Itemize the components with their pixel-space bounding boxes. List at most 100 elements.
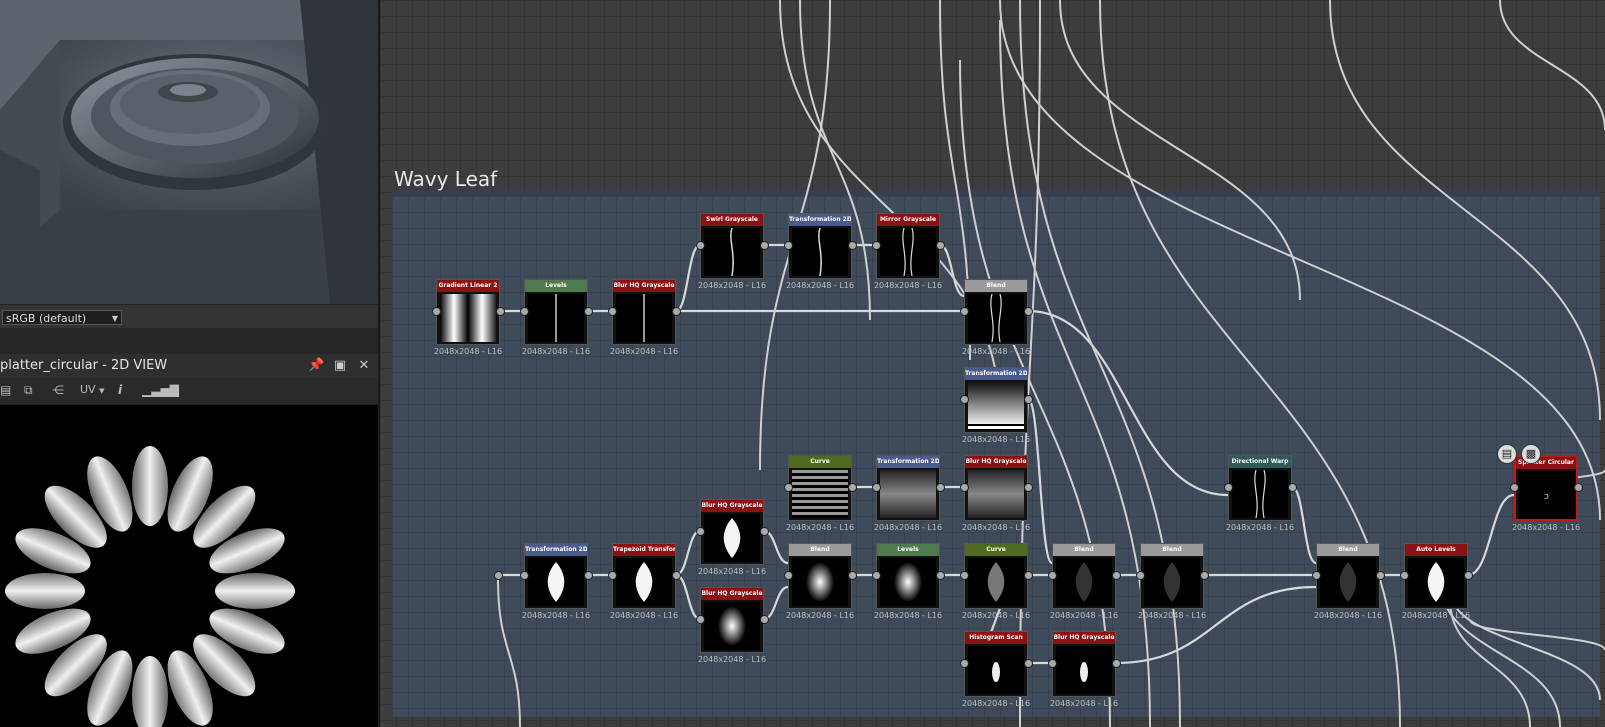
node-thumbnail: [1056, 558, 1112, 606]
graph-node[interactable]: Blur HQ Grayscale: [612, 279, 676, 345]
output-port[interactable]: [760, 615, 769, 624]
output-port[interactable]: [496, 307, 505, 316]
input-port[interactable]: [784, 571, 793, 580]
input-port[interactable]: [432, 307, 441, 316]
output-port[interactable]: [1024, 395, 1033, 404]
output-port[interactable]: [584, 571, 593, 580]
dot-node[interactable]: [494, 571, 503, 580]
output-port[interactable]: [1024, 483, 1033, 492]
output-port[interactable]: [672, 307, 681, 316]
node-thumbnail: [968, 558, 1024, 606]
output-port[interactable]: [672, 571, 681, 580]
graph-node[interactable]: Transformation 2D: [876, 455, 940, 521]
close-icon[interactable]: ✕: [356, 358, 372, 373]
input-port[interactable]: [696, 527, 705, 536]
output-port[interactable]: [1112, 659, 1121, 668]
output-port[interactable]: [1288, 483, 1297, 492]
share-icon[interactable]: ⋲: [52, 383, 64, 397]
input-port[interactable]: [696, 241, 705, 250]
graph-node[interactable]: Blend: [1316, 543, 1380, 609]
output-port[interactable]: [936, 571, 945, 580]
output-port[interactable]: [848, 241, 857, 250]
output-port[interactable]: [848, 571, 857, 580]
graph-node[interactable]: Levels: [524, 279, 588, 345]
graph-node[interactable]: Levels: [876, 543, 940, 609]
input-port[interactable]: [784, 483, 793, 492]
input-port[interactable]: [1136, 571, 1145, 580]
input-port[interactable]: [520, 571, 529, 580]
input-port[interactable]: [960, 395, 969, 404]
document-icon[interactable]: ▤: [1497, 444, 1517, 464]
graph-node[interactable]: Blend: [964, 279, 1028, 345]
graph-node[interactable]: Blend: [1052, 543, 1116, 609]
2d-view-canvas[interactable]: [0, 405, 378, 727]
input-port[interactable]: [608, 571, 617, 580]
output-port[interactable]: [1464, 571, 1473, 580]
graph-node[interactable]: Transformation 2D: [964, 367, 1028, 433]
pin-icon[interactable]: 📌: [308, 358, 324, 373]
graph-node[interactable]: Curve: [788, 455, 852, 521]
input-port[interactable]: [1224, 483, 1233, 492]
input-port[interactable]: [1048, 659, 1057, 668]
node-thumbnail: [880, 558, 936, 606]
output-port[interactable]: [584, 307, 593, 316]
graph-node[interactable]: Transformation 2D: [788, 213, 852, 279]
input-port[interactable]: [960, 571, 969, 580]
input-port[interactable]: [960, 307, 969, 316]
output-port[interactable]: [936, 483, 945, 492]
histogram-icon[interactable]: ▁▃▅▇: [142, 383, 179, 397]
output-port[interactable]: [1024, 571, 1033, 580]
node-thumbnail: [968, 646, 1024, 694]
graph-node[interactable]: Directional Warp: [1228, 455, 1292, 521]
output-port[interactable]: [1024, 659, 1033, 668]
input-port[interactable]: [784, 241, 793, 250]
graph-node[interactable]: Blur HQ Grayscale: [1052, 631, 1116, 697]
output-port[interactable]: [1200, 571, 1209, 580]
input-port[interactable]: [696, 615, 705, 624]
graph-node[interactable]: Blend: [1140, 543, 1204, 609]
info-icon[interactable]: i: [118, 383, 122, 397]
output-port[interactable]: [1112, 571, 1121, 580]
save-icon[interactable]: ▤: [0, 383, 11, 397]
input-port[interactable]: [1048, 571, 1057, 580]
input-port[interactable]: [1400, 571, 1409, 580]
input-port[interactable]: [1312, 571, 1321, 580]
graph-node[interactable]: Blur HQ Grayscale: [700, 499, 764, 565]
output-port[interactable]: [1024, 307, 1033, 316]
graph-node[interactable]: Auto Levels: [1404, 543, 1468, 609]
node-title: Blend: [1317, 544, 1379, 556]
graph-node[interactable]: Swirl Grayscale: [700, 213, 764, 279]
input-port[interactable]: [520, 307, 529, 316]
input-port[interactable]: [872, 241, 881, 250]
output-port[interactable]: [760, 527, 769, 536]
output-port[interactable]: [760, 241, 769, 250]
output-port[interactable]: [1574, 483, 1583, 492]
output-port[interactable]: [1376, 571, 1385, 580]
graph-node[interactable]: Mirror Grayscale: [876, 213, 940, 279]
input-port[interactable]: [1510, 483, 1519, 492]
input-port[interactable]: [960, 659, 969, 668]
graph-node[interactable]: Gradient Linear 2: [436, 279, 500, 345]
graph-node[interactable]: Blur HQ Grayscale: [964, 455, 1028, 521]
color-space-dropdown[interactable]: sRGB (default) ▼: [2, 310, 122, 325]
graph-node[interactable]: Curve: [964, 543, 1028, 609]
input-port[interactable]: [960, 483, 969, 492]
graph-node[interactable]: Transformation 2D: [524, 543, 588, 609]
node-thumbnail: [1320, 558, 1376, 606]
3d-viewport[interactable]: [0, 0, 378, 304]
graph-node[interactable]: Histogram Scan: [964, 631, 1028, 697]
maximize-icon[interactable]: ▣: [332, 358, 348, 373]
input-port[interactable]: [872, 483, 881, 492]
uv-toggle[interactable]: UV ▼: [80, 383, 104, 396]
graph-node[interactable]: Splatter Circular ɔ: [1514, 455, 1578, 521]
input-port[interactable]: [872, 571, 881, 580]
checker-icon[interactable]: ▩: [1521, 444, 1541, 464]
node-title: Blend: [965, 280, 1027, 292]
copy-icon[interactable]: ⧉: [24, 383, 33, 398]
output-port[interactable]: [848, 483, 857, 492]
output-port[interactable]: [936, 241, 945, 250]
graph-node[interactable]: Blur HQ Grayscale: [700, 587, 764, 653]
graph-node[interactable]: Blend: [788, 543, 852, 609]
input-port[interactable]: [608, 307, 617, 316]
graph-node[interactable]: Trapezoid Transform G...: [612, 543, 676, 609]
